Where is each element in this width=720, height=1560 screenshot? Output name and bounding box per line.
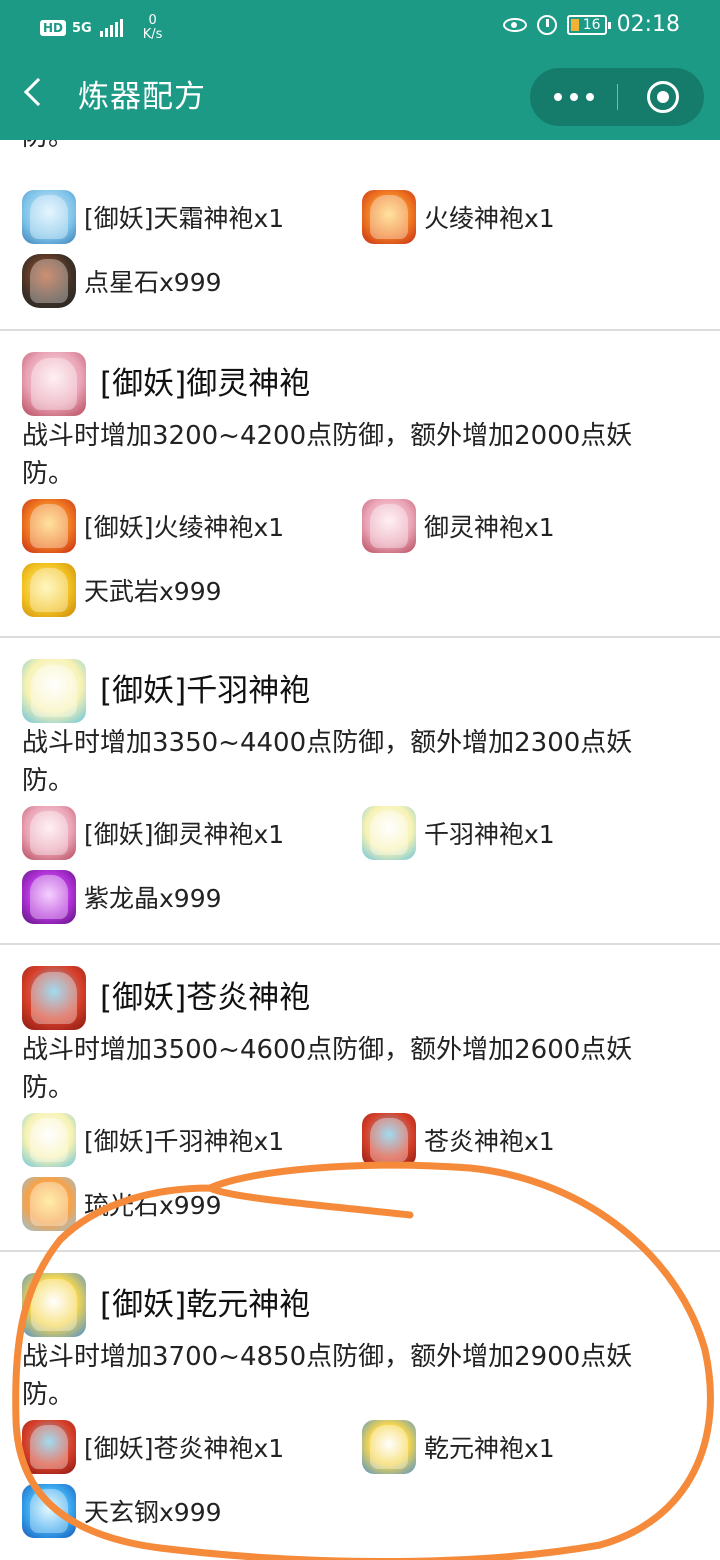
star-stone-icon [22, 254, 76, 308]
recipe-name: [御妖]御灵神袍 [100, 366, 311, 402]
material-item[interactable]: 天玄钢x999 [22, 1484, 222, 1538]
clock: 02:18 [616, 12, 680, 37]
material-label: [御妖]天霜神袍x1 [84, 204, 285, 233]
material-item[interactable]: [御妖]苍炎神袍x1 [22, 1420, 284, 1474]
recipe-header: [御妖]御灵神袍 [22, 351, 310, 417]
alarm-icon [536, 14, 557, 35]
recipe-header: [御妖]千羽神袍 [22, 658, 310, 724]
recipe-card[interactable]: [御妖]苍炎神袍 战斗时增加3500~4600点防御，额外增加2600点妖防。 … [0, 943, 720, 1250]
yuling-robe-icon [22, 806, 76, 860]
partial-recipe-desc: 防。 [22, 140, 74, 156]
material-label: [御妖]御灵神袍x1 [84, 820, 285, 849]
recipe-card[interactable]: [御妖]御灵神袍 战斗时增加3200~4200点防御，额外增加2000点妖防。 … [0, 329, 720, 636]
material-item[interactable]: 千羽神袍x1 [362, 806, 555, 860]
material-label: 天武岩x999 [84, 577, 222, 606]
yuling-robe-icon [362, 499, 416, 553]
tianwu-rock-icon [22, 563, 76, 617]
recipe-desc: 战斗时增加3200~4200点防御，额外增加2000点妖防。 [22, 421, 633, 489]
qianyu-robe-icon [22, 659, 86, 723]
cangyan-robe-icon [22, 966, 86, 1030]
qianyu-robe-icon [22, 1113, 76, 1167]
more-options-icon[interactable] [554, 89, 594, 105]
recipe-desc: 战斗时增加3700~4850点防御，额外增加2900点妖防。 [22, 1342, 633, 1410]
recipe-desc: 战斗时增加3350~4400点防御，额外增加2300点妖防。 [22, 728, 633, 796]
eye-comfort-icon [502, 17, 527, 32]
recipe-name: [御妖]苍炎神袍 [100, 980, 311, 1016]
network-speed: 0 K/s [143, 14, 163, 42]
material-label: 火绫神袍x1 [424, 204, 555, 233]
back-icon[interactable] [23, 77, 53, 107]
material-label: 千羽神袍x1 [424, 820, 555, 849]
capsule-divider [617, 84, 618, 110]
recipe-list: 防。 [御妖]天霜神袍x1 火绫神袍x1 点星石x999 [御妖]御灵神袍 战斗… [0, 140, 720, 1560]
frost-robe-icon [22, 190, 76, 244]
material-label: [御妖]火绫神袍x1 [84, 513, 285, 542]
material-label: 紫龙晶x999 [84, 884, 222, 913]
material-item[interactable]: 点星石x999 [22, 254, 222, 308]
yuling-robe-icon [22, 352, 86, 416]
miniprogram-capsule [530, 68, 704, 126]
material-label: 乾元神袍x1 [424, 1434, 555, 1463]
material-item[interactable]: [御妖]天霜神袍x1 [22, 190, 284, 244]
recipe-header: [御妖]苍炎神袍 [22, 965, 310, 1031]
material-label: 苍炎神袍x1 [424, 1127, 555, 1156]
qianyuan-robe-icon [22, 1273, 86, 1337]
status-bar: HD 5G 0 K/s 16 02:18 [0, 0, 720, 56]
status-right: 16 02:18 [502, 12, 680, 37]
app-header: HD 5G 0 K/s 16 02:18 炼器配方 [0, 0, 720, 140]
fire-robe-icon [362, 190, 416, 244]
signal-icon [99, 19, 123, 37]
recipe-name: [御妖]千羽神袍 [100, 673, 311, 709]
material-label: [御妖]千羽神袍x1 [84, 1127, 285, 1156]
material-label: [御妖]苍炎神袍x1 [84, 1434, 285, 1463]
material-item[interactable]: 苍炎神袍x1 [362, 1113, 555, 1167]
cangyan-robe-icon [22, 1420, 76, 1474]
recipe-card[interactable]: [御妖]千羽神袍 战斗时增加3350~4400点防御，额外增加2300点妖防。 … [0, 636, 720, 943]
material-item[interactable]: [御妖]御灵神袍x1 [22, 806, 284, 860]
recipe-card[interactable]: [御妖]乾元神袍 战斗时增加3700~4850点防御，额外增加2900点妖防。 … [0, 1250, 720, 1560]
qianyu-robe-icon [362, 806, 416, 860]
material-item[interactable]: 琉光石x999 [22, 1177, 222, 1231]
qianyuan-robe-icon [362, 1420, 416, 1474]
material-item[interactable]: 乾元神袍x1 [362, 1420, 555, 1474]
material-label: 御灵神袍x1 [424, 513, 555, 542]
recipe-desc: 战斗时增加3500~4600点防御，额外增加2600点妖防。 [22, 1035, 633, 1103]
material-item[interactable]: [御妖]千羽神袍x1 [22, 1113, 284, 1167]
purple-dragon-crystal-icon [22, 870, 76, 924]
material-item[interactable]: [御妖]火绫神袍x1 [22, 499, 284, 553]
page-title: 炼器配方 [78, 79, 206, 115]
network-type: 5G [72, 20, 92, 36]
recipe-name: [御妖]乾元神袍 [100, 1287, 311, 1323]
material-item[interactable]: 天武岩x999 [22, 563, 222, 617]
material-item[interactable]: 紫龙晶x999 [22, 870, 222, 924]
material-item[interactable]: 御灵神袍x1 [362, 499, 555, 553]
fire-robe-icon [22, 499, 76, 553]
network-speed-unit: K/s [142, 27, 163, 42]
cangyan-robe-icon [362, 1113, 416, 1167]
material-label: 天玄钢x999 [84, 1498, 222, 1527]
material-label: 琉光石x999 [84, 1191, 222, 1220]
status-left: HD 5G 0 K/s [40, 14, 162, 42]
hd-badge: HD [40, 20, 67, 36]
tianxuan-steel-icon [22, 1484, 76, 1538]
material-label: 点星石x999 [84, 268, 222, 297]
close-miniprogram-icon[interactable] [647, 81, 679, 113]
material-item[interactable]: 火绫神袍x1 [362, 190, 555, 244]
recipe-header: [御妖]乾元神袍 [22, 1272, 310, 1338]
network-speed-value: 0 [148, 13, 157, 28]
battery-icon: 16 [566, 14, 611, 35]
liuguang-stone-icon [22, 1177, 76, 1231]
